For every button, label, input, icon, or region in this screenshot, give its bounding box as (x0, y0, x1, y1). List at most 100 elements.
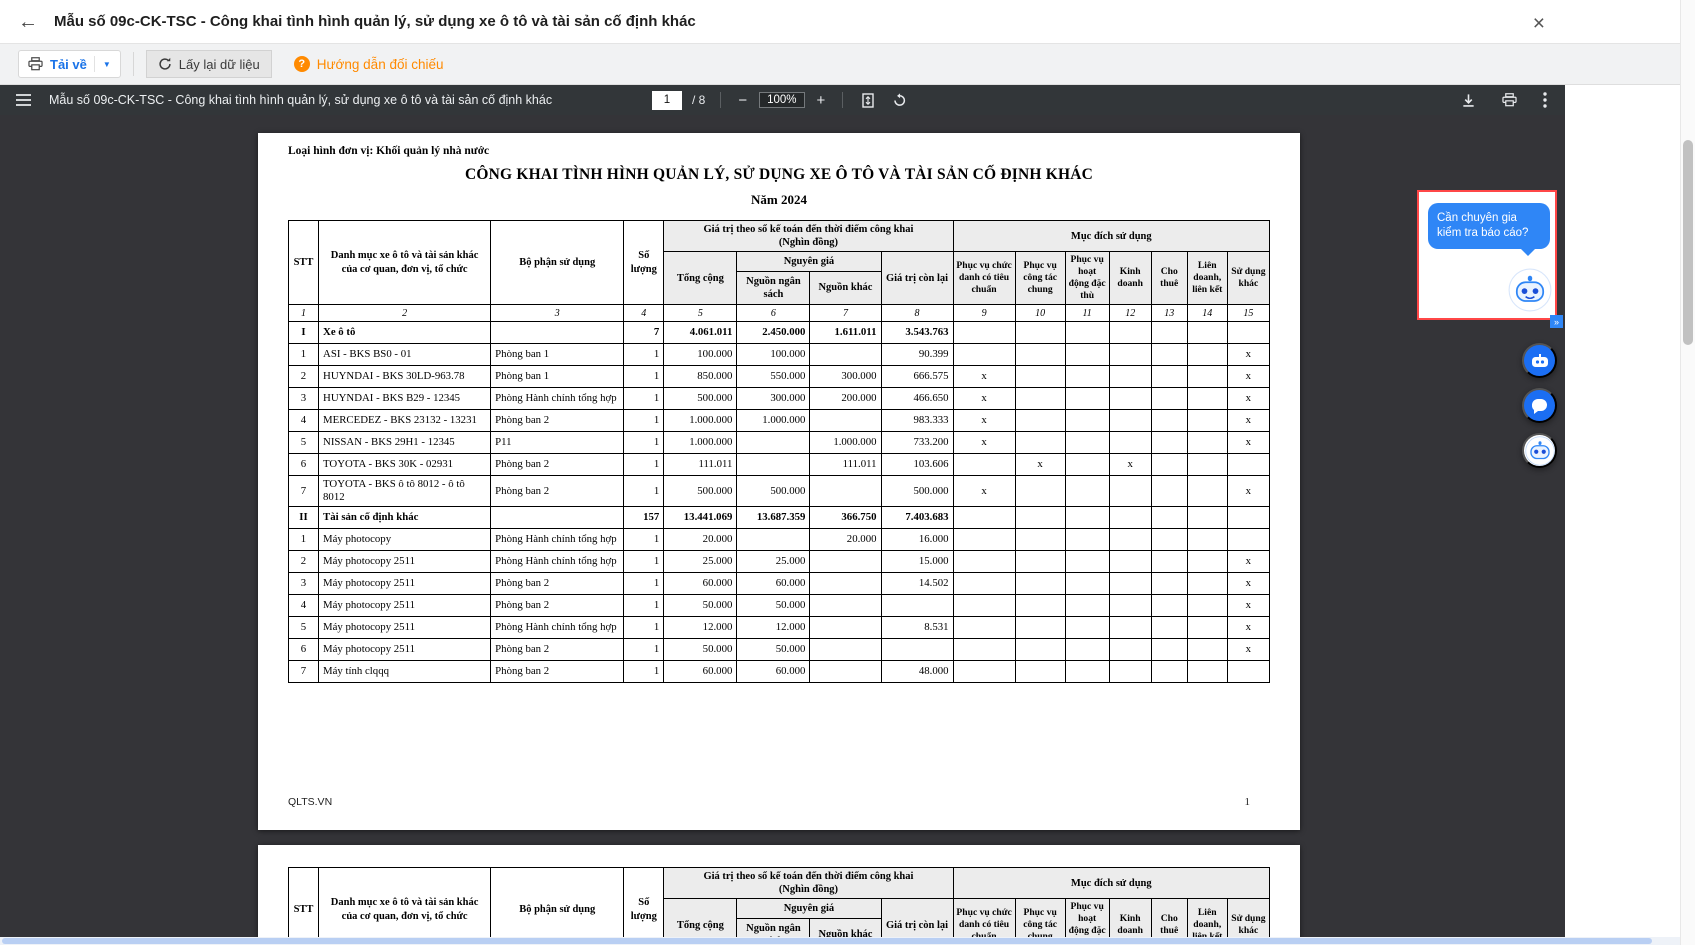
table-row: 6Máy photocopy 2511Phòng ban 2150.00050.… (289, 639, 1270, 661)
pdf-download-button[interactable] (1457, 89, 1480, 112)
table-cell (1187, 432, 1227, 454)
back-button[interactable]: ← (14, 8, 42, 36)
table-cell: ASI - BKS BS0 - 01 (319, 344, 491, 366)
table-cell (810, 573, 881, 595)
pdf-more-menu-button[interactable] (1539, 88, 1551, 112)
table-cell: 1 (624, 617, 664, 639)
table-cell: x (1227, 573, 1269, 595)
table-cell (1065, 454, 1109, 476)
assistant-fab[interactable] (1522, 343, 1557, 378)
download-report-button[interactable]: Tải về ▼ (18, 50, 121, 78)
horizontal-scrollbar-thumb[interactable] (2, 938, 1652, 944)
table-cell: Phòng ban 2 (491, 476, 624, 507)
col-header-purpose-title-standard: Phục vụ chức danh có tiêu chuẩn (953, 899, 1015, 937)
footer-brand: QLTS.VN (288, 796, 332, 808)
report-table-header: STT Danh mục xe ô tô và tài sản khác của… (289, 868, 1270, 938)
table-cell: x (1227, 432, 1269, 454)
pdf-page-1: Loại hình đơn vị: Khối quản lý nhà nước … (258, 133, 1300, 830)
table-cell (1109, 432, 1151, 454)
table-cell: 1.000.000 (664, 410, 737, 432)
table-cell (1065, 344, 1109, 366)
table-cell (1109, 344, 1151, 366)
table-cell: 1 (624, 595, 664, 617)
table-cell (1187, 639, 1227, 661)
table-cell (1015, 322, 1065, 344)
table-cell (1065, 388, 1109, 410)
sidebar-menu-button[interactable] (12, 90, 35, 110)
table-cell (1151, 322, 1187, 344)
table-row: 6TOYOTA - BKS 30K - 02931Phòng ban 21111… (289, 454, 1270, 476)
col-header-total: Tổng cộng (664, 899, 737, 937)
table-row: 5Máy photocopy 2511Phòng Hành chính tổng… (289, 617, 1270, 639)
table-cell: Phòng Hành chính tổng hợp (491, 388, 624, 410)
table-cell (1015, 573, 1065, 595)
fit-page-button[interactable] (858, 89, 878, 112)
table-cell: 1 (289, 344, 319, 366)
table-cell (810, 551, 881, 573)
table-cell: I (289, 322, 319, 344)
table-cell (1065, 551, 1109, 573)
page-title: Mẫu số 09c-CK-TSC - Công khai tình hình … (54, 13, 696, 30)
table-cell: Phòng ban 1 (491, 344, 624, 366)
table-cell (1065, 432, 1109, 454)
table-cell (1151, 388, 1187, 410)
chatbot-face-icon (1525, 436, 1555, 466)
table-cell: 1.000.000 (810, 432, 881, 454)
table-row: 4MERCEDEZ - BKS 23132 - 13231Phòng ban 2… (289, 410, 1270, 432)
table-cell: 500.000 (664, 476, 737, 507)
pdf-page-2: STT Danh mục xe ô tô và tài sản khác của… (258, 845, 1300, 937)
table-cell (1015, 388, 1065, 410)
table-cell (810, 595, 881, 617)
table-cell: 50.000 (737, 639, 810, 661)
table-cell: Phòng ban 1 (491, 366, 624, 388)
chatbot-fab[interactable] (1522, 433, 1557, 468)
table-cell: P11 (491, 432, 624, 454)
zoom-in-button[interactable]: + (815, 93, 828, 108)
rotate-page-button[interactable] (888, 89, 911, 112)
table-cell: 157 (624, 507, 664, 529)
table-cell: Phòng ban 2 (491, 661, 624, 683)
table-cell: 60.000 (737, 661, 810, 683)
table-row: 4Máy photocopy 2511Phòng ban 2150.00050.… (289, 595, 1270, 617)
back-arrow-icon: ← (18, 12, 38, 32)
col-header-department: Bộ phận sử dụng (491, 868, 624, 938)
col-header-stt: STT (289, 221, 319, 305)
table-cell: 4 (289, 410, 319, 432)
page-number-input[interactable] (652, 91, 682, 110)
table-row: 7Máy tính clqqqPhòng ban 2160.00060.0004… (289, 661, 1270, 683)
table-cell: x (1227, 410, 1269, 432)
table-cell (1151, 432, 1187, 454)
table-cell: 466.650 (881, 388, 953, 410)
reload-data-button[interactable]: Lấy lại dữ liệu (146, 50, 272, 78)
table-cell: Phòng Hành chính tổng hợp (491, 617, 624, 639)
widget-collapse-badge[interactable]: » (1550, 315, 1563, 328)
table-cell: 1 (624, 432, 664, 454)
table-cell: x (1015, 454, 1065, 476)
table-cell: 3.543.763 (881, 322, 953, 344)
table-cell: Máy tính clqqq (319, 661, 491, 683)
table-cell: 500.000 (737, 476, 810, 507)
table-cell: 1.000.000 (664, 432, 737, 454)
table-cell: x (1227, 388, 1269, 410)
pdf-print-button[interactable] (1498, 89, 1521, 111)
zoom-level-field[interactable]: 100% (759, 92, 804, 108)
pdf-toolbar-actions (1457, 85, 1551, 115)
chatbot-mascot-icon[interactable] (1508, 268, 1552, 317)
vertical-scrollbar-thumb[interactable] (1683, 140, 1693, 345)
zoom-out-button[interactable]: − (736, 93, 749, 108)
chat-support-fab[interactable] (1522, 388, 1557, 423)
col-header-purpose-lease: Cho thuê (1151, 899, 1187, 937)
table-cell (1109, 366, 1151, 388)
table-cell: 7 (624, 322, 664, 344)
col-header-purpose-lease: Cho thuê (1151, 252, 1187, 305)
table-cell (1109, 410, 1151, 432)
expert-chat-bubble[interactable]: Cần chuyên gia kiểm tra báo cáo? (1428, 203, 1550, 249)
table-cell (1109, 617, 1151, 639)
table-row: 5NISSAN - BKS 29H1 - 12345P1111.000.0001… (289, 432, 1270, 454)
comparison-guide-button[interactable]: ? Hướng dẫn đối chiếu (288, 55, 450, 73)
unit-type-label: Loại hình đơn vị: Khối quản lý nhà nước (288, 145, 1270, 157)
guide-label: Hướng dẫn đối chiếu (317, 57, 444, 72)
close-button[interactable]: × (1529, 9, 1549, 38)
chevron-down-icon[interactable]: ▼ (94, 56, 111, 72)
col-header-quantity: Số lượng (624, 221, 664, 305)
